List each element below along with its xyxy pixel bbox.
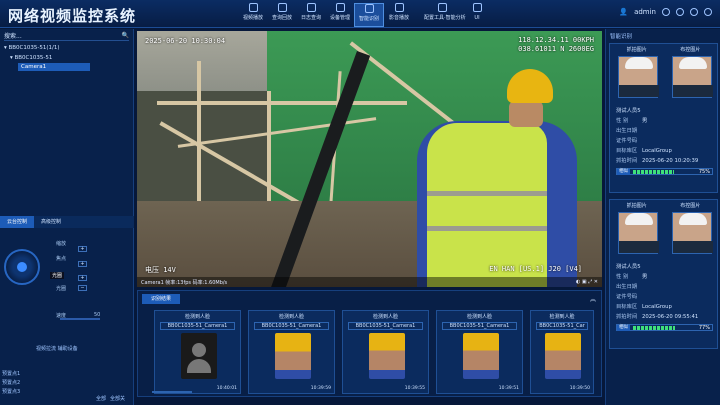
results-panel: 识别结果 ︽ 检测到人脸 BB0C1035-51_Camera1 10:40:0… (137, 290, 602, 397)
video-player[interactable]: 2025-06-20 10:30:04 118.12.34.11 00KPH 0… (137, 31, 602, 287)
settings-icon[interactable] (662, 8, 670, 16)
zoom-plus-button[interactable]: + (78, 246, 87, 252)
nav-playback[interactable]: 查询回放 (267, 3, 297, 27)
right-header: 智能识别 (610, 34, 633, 40)
collapse-icon[interactable]: ︽ (590, 294, 596, 303)
video-status-bar: Camera1 帧率:13fps 码率:1.60Mb/s ◐ ▣ ⤢ ✕ (137, 277, 602, 287)
person-name: 测试人员5 (616, 264, 641, 270)
app-title: 网络视频监控系统 (8, 7, 137, 25)
match-record[interactable]: 抓拍图片 布控图片 测试人员5 性 别男 出生日期 证件号码 目标库区 LocalG… (609, 43, 718, 193)
globe-icon (472, 3, 482, 12)
zoom-label: 缩放 (56, 241, 67, 247)
face-thumb (369, 333, 405, 379)
video-controls[interactable]: ◐ ▣ ⤢ ✕ (576, 279, 598, 285)
tooltip: 光圈 (50, 272, 65, 279)
result-card[interactable]: 检测到人脸 BB0C1035-51_Car 10:39:50 (530, 310, 594, 394)
library-face (672, 56, 713, 98)
snapshot-face (618, 212, 659, 254)
speed-value: 50 (94, 312, 101, 318)
play-icon (248, 3, 258, 12)
media-icon (394, 3, 404, 12)
ptz-tabs: 云台控制 高级控制 (0, 216, 134, 228)
top-bar: 网络视频监控系统 视频播放 查询回放 日志查询 设备管理 智能识别 影音播放 配… (0, 0, 720, 28)
username[interactable]: admin (634, 8, 656, 16)
osd-bottom-right: EN HAN [US.1] J20 [V4] (489, 265, 582, 273)
search-input[interactable]: 搜索... (4, 31, 22, 40)
user-icon: 👤 (619, 8, 629, 16)
nav-log[interactable]: 日志查询 (296, 3, 326, 27)
iris-label: 光圈 (56, 286, 67, 292)
face-thumb (463, 333, 499, 379)
horizontal-scrollbar[interactable] (152, 391, 192, 393)
preset-2[interactable]: 预置点2 (2, 379, 20, 386)
config-icon (437, 3, 447, 12)
face-icon (364, 4, 374, 13)
osd-timestamp: 2025-06-20 10:30:04 (145, 37, 226, 45)
worker-neck (509, 101, 543, 127)
library-face (672, 212, 713, 254)
all-off-button[interactable]: 全部关 (110, 395, 125, 402)
result-card[interactable]: 检测到人脸 BB0C1035-51_Camera1 10:39:51 (436, 310, 523, 394)
face-thumb (275, 333, 311, 379)
right-panel: 智能识别 抓拍图片 布控图片 测试人员5 性 别男 出生日期 证件号码 目标库区 L… (605, 29, 720, 405)
minimize-icon[interactable] (690, 8, 698, 16)
nav-device[interactable]: 设备管理 (325, 3, 355, 27)
aux-hint: 视频拉流 辅助设备 (36, 346, 78, 352)
worker-vest (427, 123, 547, 287)
nav-media[interactable]: 影音播放 (384, 3, 414, 27)
tree-device[interactable]: ▾ BB0C1035-51 (0, 53, 133, 63)
nav-ui[interactable]: UI (462, 3, 492, 27)
preset-1[interactable]: 预置点1 (2, 370, 20, 377)
playback-icon (277, 3, 287, 12)
similarity-bar: 相似 77% (616, 324, 713, 331)
all-on-button[interactable]: 全部 (96, 395, 106, 402)
lock-icon[interactable] (676, 8, 684, 16)
vest-stripe (427, 226, 547, 231)
result-card[interactable]: 检测到人脸 BB0C1035-51_Camera1 10:40:01 (154, 310, 241, 394)
scaffold-bar (157, 101, 407, 105)
result-card[interactable]: 检测到人脸 BB0C1035-51_Camera1 10:39:59 (248, 310, 335, 394)
device-icon (335, 3, 345, 12)
result-card[interactable]: 检测到人脸 BB0C1035-51_Camera1 10:39:55 (342, 310, 429, 394)
tree-camera-selected[interactable]: Camera1 (18, 63, 90, 71)
tab-ptz[interactable]: 云台控制 (0, 216, 34, 228)
left-panel: 搜索... 🔍 ▾ BB0C1035-51(1/1) ▾ BB0C1035-51… (0, 29, 134, 405)
iris-plus-button[interactable]: + (78, 275, 87, 281)
match-record[interactable]: 抓拍图片 布控图片 测试人员5 性 别男 出生日期 证件号码 目标库区 LocalG… (609, 199, 718, 349)
stream-info: Camera1 帧率:13fps 码率:1.60Mb/s (141, 280, 228, 286)
speed-slider[interactable] (60, 318, 100, 320)
user-area: 👤 admin (619, 8, 712, 16)
iris-minus-button[interactable]: − (78, 285, 87, 291)
focus-plus-button[interactable]: + (78, 261, 87, 267)
close-icon[interactable] (704, 8, 712, 16)
similarity-bar: 相似 75% (616, 168, 713, 175)
face-thumb (545, 333, 581, 379)
osd-top-right-1: 118.12.34.11 00KPH (518, 36, 594, 44)
search-icon[interactable]: 🔍 (122, 32, 129, 39)
osd-bottom-left: 电压 14V (145, 266, 176, 274)
ptz-joystick[interactable] (4, 249, 40, 285)
snapshot-face (618, 56, 659, 98)
nav-video-play[interactable]: 视频播放 (238, 3, 268, 27)
focus-label: 焦点 (56, 256, 67, 262)
person-name: 测试人员5 (616, 108, 641, 114)
tree-root[interactable]: ▾ BB0C1035-51(1/1) (0, 43, 133, 53)
vest-stripe (427, 191, 547, 196)
preset-3[interactable]: 预置点3 (2, 388, 20, 395)
osd-top-right-2: 038.61011 N 2600EG (518, 45, 594, 53)
device-search[interactable]: 搜索... 🔍 (4, 31, 129, 41)
ptz-center[interactable] (17, 262, 27, 272)
log-icon (306, 3, 316, 12)
tab-advanced[interactable]: 高级控制 (34, 216, 68, 228)
nav-config[interactable]: 配置工具·智能分析 (424, 3, 466, 27)
tab-results[interactable]: 识别结果 (142, 294, 180, 304)
face-placeholder-thumb (181, 333, 217, 379)
nav-smart-recognition[interactable]: 智能识别 (354, 3, 384, 27)
